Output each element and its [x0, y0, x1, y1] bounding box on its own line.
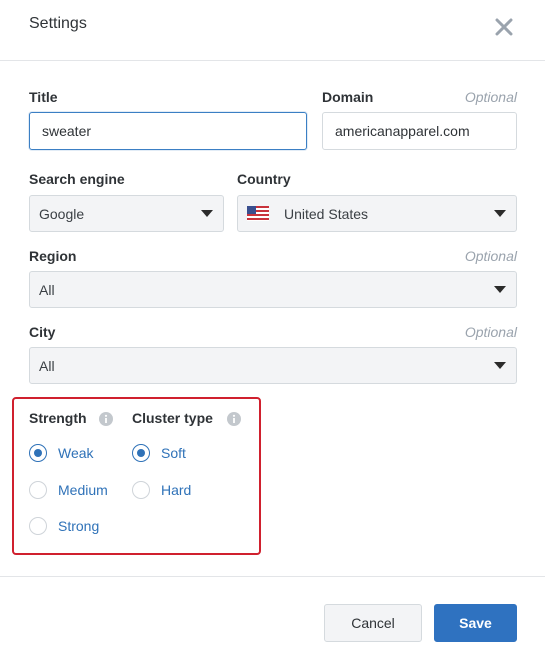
- radio-label: Strong: [58, 518, 100, 534]
- chevron-down-icon: [494, 362, 506, 369]
- strength-title: Strength: [29, 410, 87, 426]
- search-engine-label: Search engine: [29, 171, 125, 187]
- dialog-title: Settings: [29, 15, 87, 32]
- region-optional-hint: Optional: [464, 248, 517, 264]
- city-value: All: [39, 358, 55, 374]
- dialog-footer: Cancel Save: [0, 576, 545, 656]
- region-value: All: [39, 282, 55, 298]
- radio-label: Medium: [58, 482, 108, 498]
- domain-label: Domain: [322, 89, 374, 105]
- search-engine-select[interactable]: Google: [29, 195, 224, 232]
- dialog-header: Settings: [0, 0, 545, 61]
- region-label: Region: [29, 248, 77, 264]
- radio-label: Hard: [161, 482, 192, 498]
- city-label: City: [29, 324, 56, 340]
- cluster-type-title: Cluster type: [132, 410, 213, 426]
- info-icon[interactable]: [227, 412, 241, 426]
- radio-button[interactable]: [29, 444, 47, 462]
- city-optional-hint: Optional: [464, 324, 517, 340]
- chevron-down-icon: [494, 210, 506, 217]
- radio-label: Weak: [58, 445, 94, 461]
- title-input[interactable]: [29, 112, 307, 150]
- domain-input[interactable]: [322, 112, 517, 150]
- search-engine-value: Google: [39, 206, 85, 222]
- radio-button[interactable]: [132, 481, 150, 499]
- radio-button[interactable]: [29, 517, 47, 535]
- domain-optional-hint: Optional: [464, 89, 517, 105]
- country-value: United States: [284, 206, 369, 222]
- us-flag-icon: [247, 206, 269, 221]
- chevron-down-icon: [201, 210, 213, 217]
- close-icon[interactable]: [492, 15, 516, 39]
- city-select[interactable]: All: [29, 347, 517, 384]
- radio-button[interactable]: [132, 444, 150, 462]
- cancel-button[interactable]: Cancel: [324, 604, 422, 642]
- info-icon[interactable]: [99, 412, 113, 426]
- radio-button[interactable]: [29, 481, 47, 499]
- chevron-down-icon: [494, 286, 506, 293]
- settings-dialog: Settings Title Domain Optional Search en…: [0, 0, 545, 656]
- save-button[interactable]: Save: [434, 604, 517, 642]
- country-label: Country: [237, 171, 291, 187]
- country-select[interactable]: United States: [237, 195, 517, 232]
- title-label: Title: [29, 89, 58, 105]
- radio-label: Soft: [161, 445, 186, 461]
- region-select[interactable]: All: [29, 271, 517, 308]
